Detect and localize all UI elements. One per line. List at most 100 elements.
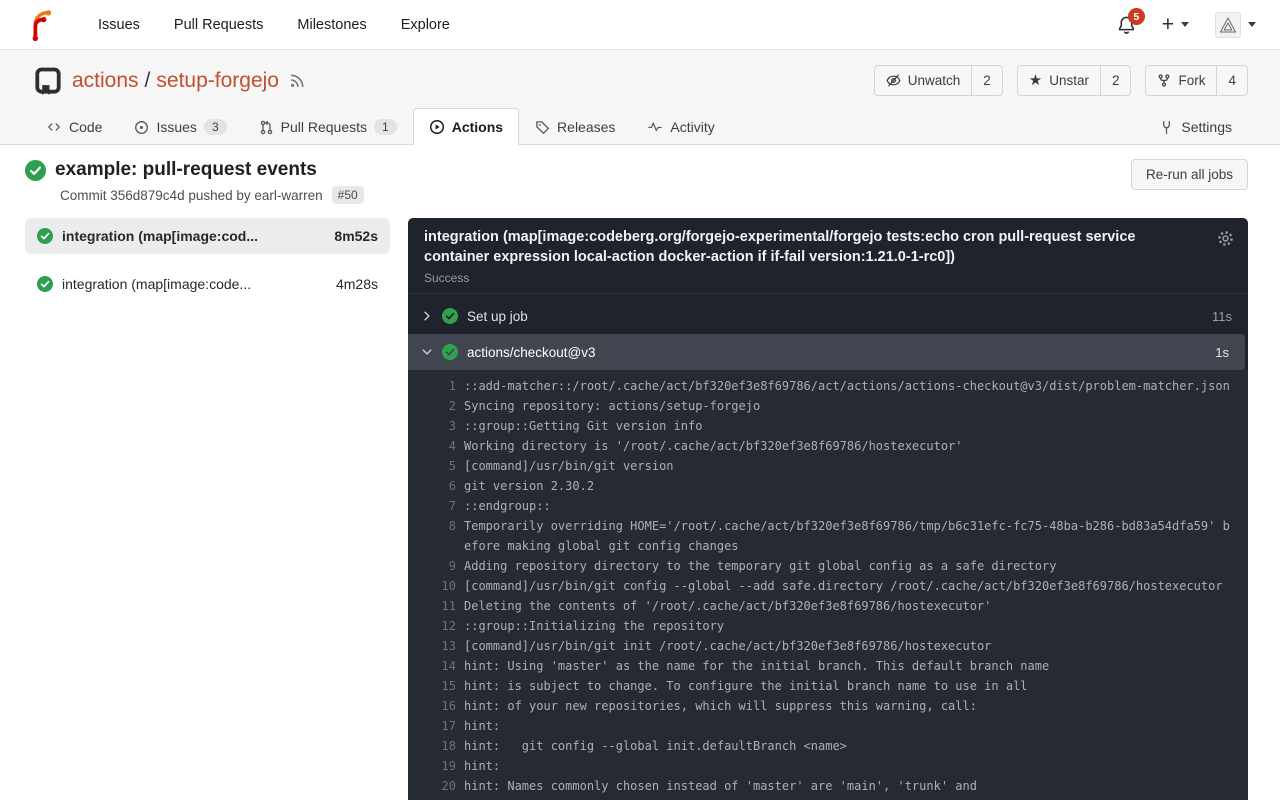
pull-requests-count-badge: 1 [374, 119, 397, 135]
tab-actions[interactable]: Actions [413, 108, 519, 145]
log-line-number[interactable]: 13 [408, 636, 456, 656]
fork-button[interactable]: Fork 4 [1145, 65, 1248, 96]
step-label: actions/checkout@v3 [467, 345, 596, 360]
log-line-number[interactable]: 16 [408, 696, 456, 716]
log-line: 3 ::group::Getting Git version info [408, 416, 1248, 436]
wrench-icon [1159, 120, 1174, 135]
log-line: 19 hint: [408, 756, 1248, 776]
forgejo-logo-icon[interactable] [24, 8, 58, 42]
log-line-number[interactable]: 7 [408, 496, 456, 516]
commit-info: Commit 356d879c4d pushed by earl-warren [60, 188, 323, 203]
log-line-text: Temporarily overriding HOME='/root/.cach… [464, 516, 1248, 556]
log-line-text: hint: of your new repositories, which wi… [464, 696, 1248, 716]
issue-icon [134, 120, 149, 135]
notification-badge: 5 [1128, 8, 1145, 25]
log-line-text: hint: [464, 756, 1248, 776]
gear-icon[interactable] [1217, 230, 1234, 247]
log-line: 18 hint: git config --global init.defaul… [408, 736, 1248, 756]
log-line: 6 git version 2.30.2 [408, 476, 1248, 496]
actions-run-page: example: pull-request events Commit 356d… [0, 159, 1280, 800]
repo-icon [34, 66, 62, 96]
top-navbar: Issues Pull Requests Milestones Explore … [0, 0, 1280, 50]
nav-link-milestones[interactable]: Milestones [297, 17, 366, 33]
log-line-number[interactable]: 5 [408, 456, 456, 476]
step-list: Set up job 11s actions/checkout@v3 1s [408, 293, 1248, 370]
caret-down-icon [1181, 22, 1189, 27]
nav-link-explore[interactable]: Explore [401, 17, 450, 33]
job-label: integration (map[image:code... [62, 276, 251, 292]
log-line: 8 Temporarily overriding HOME='/root/.ca… [408, 516, 1248, 556]
log-line: 15 hint: is subject to change. To config… [408, 676, 1248, 696]
plus-icon: + [1162, 14, 1174, 35]
repo-name-link[interactable]: setup-forgejo [156, 69, 279, 92]
repo-owner-link[interactable]: actions [72, 69, 139, 92]
log-line-number[interactable]: 2 [408, 396, 456, 416]
tab-code[interactable]: Code [30, 108, 118, 145]
log-line: 9 Adding repository directory to the tem… [408, 556, 1248, 576]
log-line-number[interactable]: 12 [408, 616, 456, 636]
log-line-text: hint: [464, 716, 1248, 736]
star-button[interactable]: ★ Unstar 2 [1017, 65, 1132, 96]
log-line-number[interactable]: 20 [408, 776, 456, 796]
watch-count[interactable]: 2 [971, 66, 1002, 95]
log-line-number[interactable]: 3 [408, 416, 456, 436]
nav-link-issues[interactable]: Issues [98, 17, 140, 33]
log-output: 1 ::add-matcher::/root/.cache/act/bf320e… [408, 370, 1248, 800]
log-line-text: [command]/usr/bin/git init /root/.cache/… [464, 636, 1248, 656]
log-line-number[interactable]: 11 [408, 596, 456, 616]
step-label: Set up job [467, 309, 528, 324]
tag-icon [535, 120, 550, 135]
log-line-number[interactable]: 17 [408, 716, 456, 736]
log-line-number[interactable]: 8 [408, 516, 456, 556]
log-line: 20 hint: Names commonly chosen instead o… [408, 776, 1248, 796]
run-title: example: pull-request events [55, 159, 317, 181]
job-title: integration (map[image:codeberg.org/forg… [424, 227, 1232, 267]
log-line-number[interactable]: 14 [408, 656, 456, 676]
fork-button-label: Fork [1178, 73, 1205, 88]
log-line-number[interactable]: 15 [408, 676, 456, 696]
step-row-setup-job[interactable]: Set up job 11s [408, 298, 1248, 334]
job-list-item[interactable]: integration (map[image:code... 4m28s [25, 266, 390, 302]
log-line-text: ::group::Getting Git version info [464, 416, 1248, 436]
fork-icon [1157, 73, 1171, 88]
log-line-number[interactable]: 1 [408, 376, 456, 396]
check-circle-icon [25, 160, 46, 181]
log-line-number[interactable]: 4 [408, 436, 456, 456]
log-line-text: [command]/usr/bin/git version [464, 456, 1248, 476]
log-line-text: Syncing repository: actions/setup-forgej… [464, 396, 1248, 416]
fork-count[interactable]: 4 [1216, 66, 1247, 95]
log-line-number[interactable]: 19 [408, 756, 456, 776]
tab-activity[interactable]: Activity [631, 108, 730, 145]
rss-icon[interactable] [289, 72, 306, 89]
create-new-dropdown[interactable]: + [1162, 14, 1189, 35]
nav-link-pull-requests[interactable]: Pull Requests [174, 17, 263, 33]
rerun-all-jobs-button[interactable]: Re-run all jobs [1131, 159, 1248, 190]
user-menu-dropdown[interactable] [1215, 12, 1256, 38]
activity-icon [647, 120, 663, 134]
watch-button[interactable]: Unwatch 2 [874, 65, 1003, 96]
avatar [1215, 12, 1241, 38]
log-line-number[interactable]: 9 [408, 556, 456, 576]
log-line-number[interactable]: 6 [408, 476, 456, 496]
star-count[interactable]: 2 [1100, 66, 1131, 95]
log-line: 12 ::group::Initializing the repository [408, 616, 1248, 636]
tab-releases-label: Releases [557, 119, 615, 135]
check-circle-icon [442, 308, 458, 324]
tab-pull-requests[interactable]: Pull Requests 1 [243, 108, 413, 145]
job-list-item[interactable]: integration (map[image:cod... 8m52s [25, 218, 390, 254]
log-line: 2 Syncing repository: actions/setup-forg… [408, 396, 1248, 416]
tab-settings[interactable]: Settings [1143, 108, 1248, 145]
tab-releases[interactable]: Releases [519, 108, 631, 145]
notifications-button[interactable]: 5 [1117, 15, 1136, 34]
tab-actions-label: Actions [452, 119, 503, 135]
play-circle-icon [429, 119, 445, 135]
tab-pull-requests-label: Pull Requests [281, 119, 367, 135]
log-line-number[interactable]: 18 [408, 736, 456, 756]
job-list: integration (map[image:cod... 8m52s inte… [25, 218, 390, 302]
tab-issues[interactable]: Issues 3 [118, 108, 242, 145]
log-line-number[interactable]: 10 [408, 576, 456, 596]
log-line: 16 hint: of your new repositories, which… [408, 696, 1248, 716]
breadcrumb-separator: / [145, 69, 151, 92]
log-line-text: ::group::Initializing the repository [464, 616, 1248, 636]
step-row-checkout[interactable]: actions/checkout@v3 1s [408, 334, 1245, 370]
